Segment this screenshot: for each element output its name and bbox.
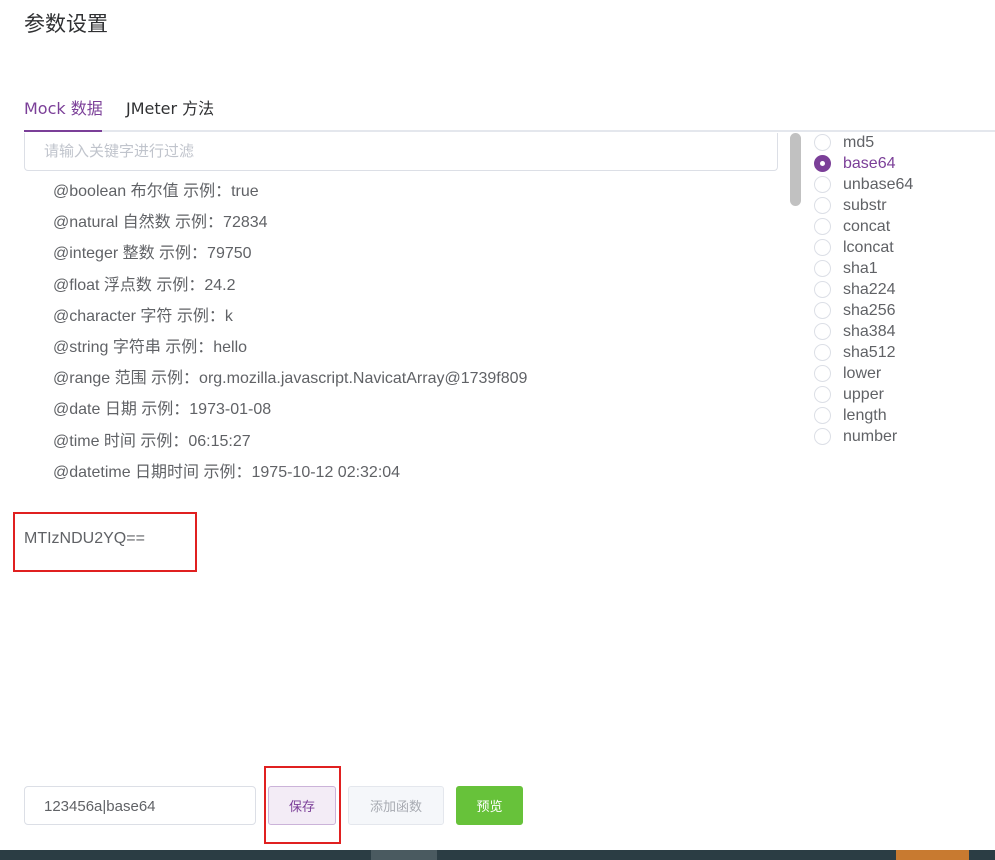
radio-number[interactable]: number: [814, 426, 994, 447]
radio-lconcat[interactable]: lconcat: [814, 237, 994, 258]
list-item[interactable]: @integer 整数 示例：79750: [53, 239, 252, 263]
radio-base64[interactable]: base64: [814, 153, 994, 174]
expression-field: [24, 786, 256, 825]
radio-label: number: [843, 428, 898, 445]
radio-sha512[interactable]: sha512: [814, 342, 994, 363]
radio-label: substr: [843, 197, 887, 214]
radio-circle: [814, 386, 831, 403]
save-button[interactable]: 保存: [268, 786, 336, 825]
list-item[interactable]: @date 日期 示例：1973-01-08: [53, 395, 271, 419]
add-function-button[interactable]: 添加函数: [348, 786, 444, 825]
radio-circle: [814, 260, 831, 277]
radio-substr[interactable]: substr: [814, 195, 994, 216]
radio-lower[interactable]: lower: [814, 363, 994, 384]
radio-label: lower: [843, 365, 882, 382]
radio-label: sha384: [843, 323, 896, 340]
radio-circle: [814, 197, 831, 214]
list-item[interactable]: @string 字符串 示例：hello: [53, 333, 247, 357]
radio-sha384[interactable]: sha384: [814, 321, 994, 342]
expression-input[interactable]: [44, 794, 244, 818]
list-item[interactable]: @boolean 布尔值 示例：true: [53, 177, 259, 201]
radio-circle: [814, 302, 831, 319]
radio-sha256[interactable]: sha256: [814, 300, 994, 321]
radio-unbase64[interactable]: unbase64: [814, 174, 994, 195]
radio-label: base64: [843, 155, 896, 172]
radio-circle: [814, 155, 831, 172]
radio-circle: [814, 323, 831, 340]
tab-active-indicator: [24, 130, 102, 132]
radio-circle: [814, 239, 831, 256]
radio-label: unbase64: [843, 176, 914, 193]
tab-mock-data[interactable]: Mock 数据: [24, 96, 103, 122]
radio-circle: [814, 365, 831, 382]
radio-md5[interactable]: md5: [814, 132, 994, 153]
radio-label: sha256: [843, 302, 896, 319]
radio-sha224[interactable]: sha224: [814, 279, 994, 300]
radio-label: concat: [843, 218, 891, 235]
filter-input[interactable]: [44, 139, 744, 163]
radio-label: upper: [843, 386, 884, 403]
list-item[interactable]: @range 范围 示例：org.mozilla.javascript.Navi…: [53, 364, 527, 388]
radio-circle: [814, 407, 831, 424]
list-item[interactable]: @natural 自然数 示例：72834: [53, 208, 268, 232]
filter-field: [24, 133, 778, 171]
radio-length[interactable]: length: [814, 405, 994, 426]
radio-concat[interactable]: concat: [814, 216, 994, 237]
radio-label: sha512: [843, 344, 896, 361]
radio-label: length: [843, 407, 887, 424]
list-scrollbar-thumb[interactable]: [790, 133, 801, 206]
list-item[interactable]: @character 字符 示例：k: [53, 302, 233, 326]
radio-label: sha1: [843, 260, 878, 277]
radio-circle: [814, 218, 831, 235]
footer-bar: [0, 850, 995, 860]
radio-label: sha224: [843, 281, 896, 298]
radio-upper[interactable]: upper: [814, 384, 994, 405]
list-item[interactable]: @float 浮点数 示例：24.2: [53, 271, 236, 295]
tab-jmeter-functions[interactable]: JMeter 方法: [126, 96, 214, 122]
radio-circle: [814, 134, 831, 151]
result-text: MTIzNDU2YQ==: [24, 530, 145, 547]
footer-segment: [896, 850, 969, 860]
radio-label: md5: [843, 134, 875, 151]
radio-circle: [814, 281, 831, 298]
radio-circle: [814, 176, 831, 193]
list-item[interactable]: @time 时间 示例：06:15:27: [53, 427, 251, 451]
radio-circle: [814, 344, 831, 361]
preview-button[interactable]: 预览: [456, 786, 523, 825]
radio-circle: [814, 428, 831, 445]
list-item[interactable]: @datetime 日期时间 示例：1975-10-12 02:32:04: [53, 458, 400, 482]
radio-label: lconcat: [843, 239, 894, 256]
tab-bar: Mock 数据 JMeter 方法: [24, 96, 995, 134]
page-title: 参数设置: [24, 12, 108, 36]
footer-segment: [371, 850, 437, 860]
radio-sha1[interactable]: sha1: [814, 258, 994, 279]
